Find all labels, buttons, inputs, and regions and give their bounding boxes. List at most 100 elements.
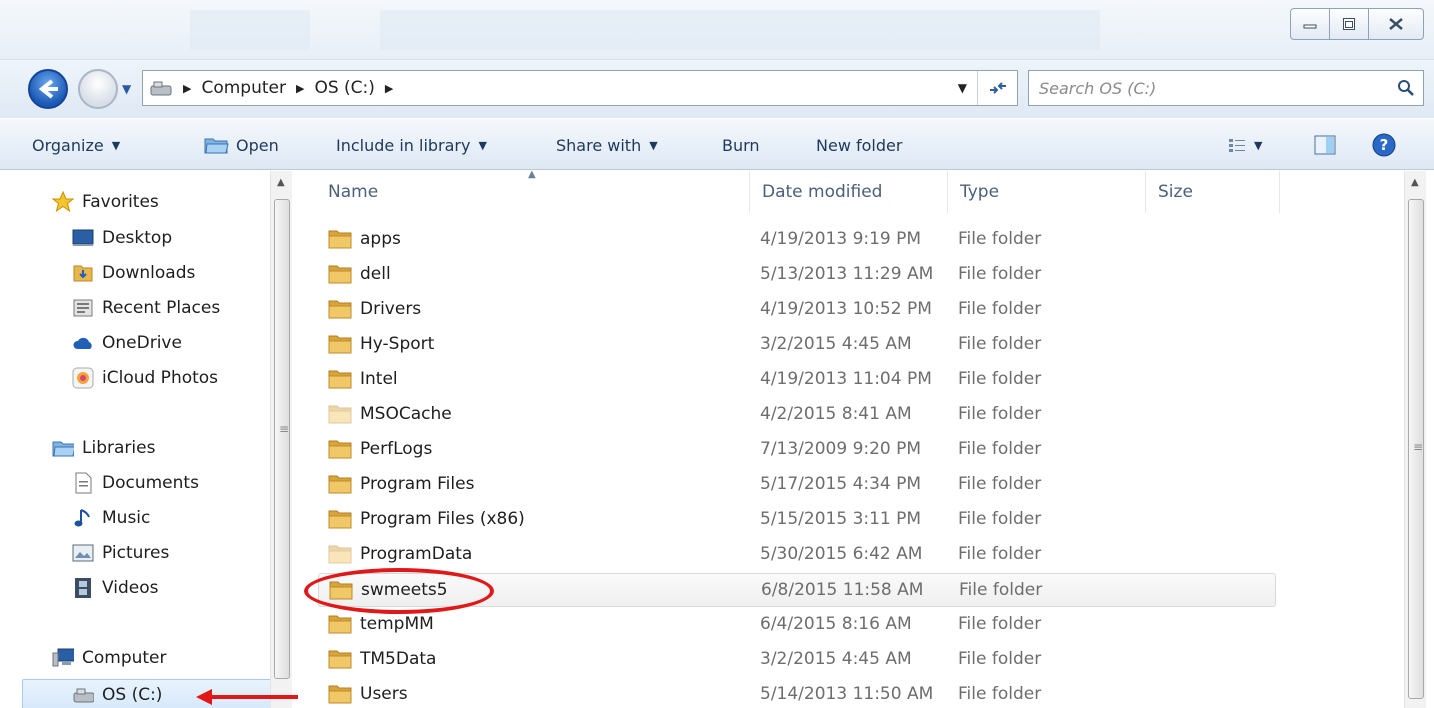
nav-recent-places[interactable]: Recent Places — [72, 293, 220, 323]
nav-os-c[interactable]: OS (C:) — [72, 680, 162, 708]
file-date: 4/19/2013 10:52 PM — [760, 299, 932, 319]
burn-label: Burn — [722, 135, 760, 155]
nav-scroll-thumb[interactable]: ≡ — [274, 199, 290, 679]
breadcrumb-computer[interactable]: Computer — [195, 71, 292, 105]
file-name: Program Files — [360, 474, 475, 494]
folder-icon — [328, 615, 352, 634]
organize-button[interactable]: Organize ▼ — [32, 119, 120, 171]
breadcrumb-separator[interactable]: ▶ — [292, 82, 308, 95]
videos-film-icon — [72, 577, 94, 599]
file-row[interactable]: Intel 4/19/2013 11:04 PM File folder — [318, 363, 1276, 397]
nav-icloud-photos[interactable]: iCloud Photos — [72, 363, 218, 393]
file-row[interactable]: Drivers 4/19/2013 10:52 PM File folder — [318, 293, 1276, 327]
nav-favorites[interactable]: Favorites — [52, 187, 159, 217]
scroll-up-icon[interactable]: ▲ — [1411, 177, 1419, 188]
back-button[interactable] — [28, 69, 68, 109]
nav-downloads[interactable]: Downloads — [72, 258, 195, 288]
nav-label: OS (C:) — [102, 685, 163, 705]
include-in-library-button[interactable]: Include in library ▼ — [336, 119, 487, 171]
column-header-row: Name ▲ Date modified Type Size — [292, 169, 1412, 213]
minimize-icon — [1303, 24, 1317, 29]
nav-music[interactable]: Music — [72, 503, 150, 533]
computer-icon — [52, 647, 74, 669]
nav-label: Libraries — [82, 438, 156, 458]
search-box[interactable] — [1028, 70, 1424, 106]
column-size[interactable]: Size — [1146, 171, 1280, 213]
libraries-icon — [52, 437, 74, 459]
burn-button[interactable]: Burn — [722, 119, 760, 171]
file-row[interactable]: apps 4/19/2013 9:19 PM File folder — [318, 223, 1276, 257]
file-type: File folder — [958, 404, 1042, 424]
file-list-scroll-thumb[interactable]: ≡ — [1408, 199, 1424, 699]
file-type: File folder — [958, 649, 1042, 669]
nav-desktop[interactable]: Desktop — [72, 223, 172, 253]
file-type: File folder — [958, 229, 1042, 249]
history-dropdown-icon[interactable]: ▼ — [122, 82, 131, 96]
column-type[interactable]: Type — [948, 171, 1146, 213]
share-with-button[interactable]: Share with ▼ — [556, 119, 658, 171]
new-folder-button[interactable]: New folder — [816, 119, 902, 171]
file-list: apps 4/19/2013 9:19 PM File folder dell 5/13… — [292, 213, 1404, 708]
help-button[interactable]: ? — [1372, 119, 1396, 171]
view-options-button[interactable]: ▼ — [1228, 119, 1262, 171]
downloads-folder-icon — [72, 262, 94, 284]
column-type-label: Type — [960, 182, 1000, 202]
file-row[interactable]: Users 5/14/2013 11:50 AM File folder — [318, 678, 1276, 708]
nav-label: OneDrive — [102, 333, 182, 353]
scroll-up-icon[interactable]: ▲ — [277, 177, 285, 188]
search-input[interactable] — [1039, 78, 1379, 98]
breadcrumb-separator[interactable]: ▶ — [381, 82, 397, 95]
file-row[interactable]: ProgramData 5/30/2015 6:42 AM File folder — [318, 538, 1276, 572]
forward-button[interactable] — [78, 69, 118, 109]
file-row[interactable]: PerfLogs 7/13/2009 9:20 PM File folder — [318, 433, 1276, 467]
open-button[interactable]: Open — [204, 119, 279, 171]
nav-label: Documents — [102, 473, 199, 493]
breadcrumb-os-c[interactable]: OS (C:) — [308, 71, 380, 105]
address-dropdown-icon[interactable]: ▼ — [958, 81, 967, 95]
preview-pane-button[interactable] — [1314, 119, 1336, 171]
refresh-button[interactable] — [977, 71, 1017, 105]
file-row[interactable]: Program Files 5/17/2015 4:34 PM File folde… — [318, 468, 1276, 502]
search-icon[interactable] — [1397, 79, 1415, 97]
minimize-button[interactable] — [1290, 8, 1330, 40]
file-row[interactable]: tempMM 6/4/2015 8:16 AM File folder — [318, 608, 1276, 642]
file-row[interactable]: dell 5/13/2013 11:29 AM File folder — [318, 258, 1276, 292]
folder-icon — [328, 335, 352, 354]
nav-videos[interactable]: Videos — [72, 573, 159, 603]
nav-libraries[interactable]: Libraries — [52, 433, 155, 463]
file-date: 7/13/2009 9:20 PM — [760, 439, 922, 459]
drive-icon — [143, 71, 179, 105]
nav-computer[interactable]: Computer — [52, 643, 167, 673]
file-date: 5/30/2015 6:42 AM — [760, 544, 923, 564]
file-row[interactable]: Hy-Sport 3/2/2015 4:45 AM File folder — [318, 328, 1276, 362]
chevron-down-icon: ▼ — [478, 138, 487, 152]
file-name: Hy-Sport — [360, 334, 435, 354]
file-name: dell — [360, 264, 391, 284]
file-row[interactable]: TM5Data 3/2/2015 4:45 AM File folder — [318, 643, 1276, 677]
breadcrumb-separator[interactable]: ▶ — [179, 82, 195, 95]
close-icon — [1389, 18, 1403, 30]
nav-scrollbar[interactable]: ▲ ≡ — [270, 171, 292, 708]
file-row[interactable]: Program Files (x86) 5/15/2015 3:11 PM File… — [318, 503, 1276, 537]
column-name-label: Name — [328, 182, 379, 202]
file-name: PerfLogs — [360, 439, 433, 459]
nav-documents[interactable]: Documents — [72, 468, 199, 498]
file-name: Drivers — [360, 299, 422, 319]
file-list-scrollbar[interactable]: ▲ ≡ — [1404, 171, 1426, 708]
share-with-label: Share with — [556, 135, 642, 155]
help-icon: ? — [1372, 133, 1396, 157]
column-name[interactable]: Name ▲ — [316, 169, 750, 213]
maximize-button[interactable] — [1329, 8, 1369, 40]
address-bar[interactable]: ▶ Computer ▶ OS (C:) ▶ ▼ — [142, 70, 1018, 106]
file-row[interactable]: MSOCache 4/2/2015 8:41 AM File folder — [318, 398, 1276, 432]
file-date: 3/2/2015 4:45 AM — [760, 649, 912, 669]
file-type: File folder — [958, 334, 1042, 354]
nav-onedrive[interactable]: OneDrive — [72, 328, 182, 358]
nav-label: Computer — [82, 648, 167, 668]
file-date: 4/19/2013 9:19 PM — [760, 229, 922, 249]
red-arrow-annotation — [196, 689, 298, 705]
svg-text:?: ? — [1380, 136, 1389, 154]
close-button[interactable] — [1368, 8, 1424, 40]
column-date-modified[interactable]: Date modified — [750, 171, 948, 213]
nav-pictures[interactable]: Pictures — [72, 538, 169, 568]
